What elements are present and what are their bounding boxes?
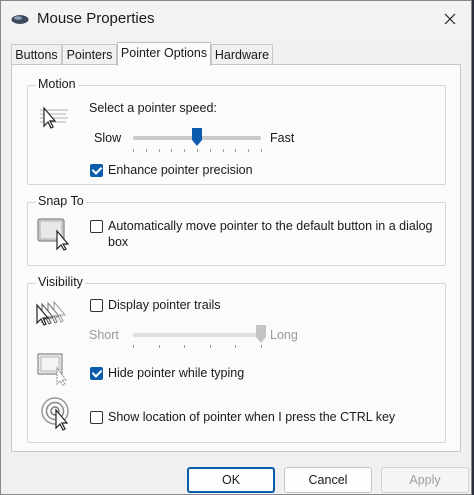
slider-tick [261,345,262,348]
mouse-properties-window: Mouse Properties Buttons Pointers Pointe… [0,0,472,495]
snap-to-label: Automatically move pointer to the defaul… [108,219,433,233]
motion-legend: Motion [36,77,78,91]
enhance-precision-checkbox[interactable] [90,164,103,177]
hide-pointer-checkbox[interactable] [90,367,103,380]
slider-tick [223,149,224,152]
tab-hardware[interactable]: Hardware [211,44,273,65]
slider-tick [184,149,185,152]
close-button[interactable] [429,1,471,37]
hide-pointer-label: Hide pointer while typing [108,366,245,380]
trails-slider-ticks [133,345,262,349]
tab-pointers[interactable]: Pointers [62,44,117,65]
slow-label: Slow [94,131,122,145]
slider-tick [235,345,236,348]
slider-tick [210,345,211,348]
snap-to-dialog-icon [37,218,70,251]
slider-tick [159,149,160,152]
slider-tick [146,149,147,152]
ok-button[interactable]: OK [187,467,275,493]
motion-group: Motion Select a pointer speed: Slow Fast… [27,77,446,185]
slider-tick [133,345,134,348]
slider-tick [248,149,249,152]
visibility-legend: Visibility [36,275,85,289]
close-icon [444,13,456,25]
slider-tick [171,149,172,152]
slider-tick [197,149,198,152]
slider-tick [210,149,211,152]
pointer-location-icon [41,397,69,431]
pointer-speed-icon [40,106,68,129]
snap-to-checkbox[interactable] [90,220,103,233]
show-location-checkbox[interactable] [90,411,103,424]
tab-buttons[interactable]: Buttons [11,44,62,65]
speed-slider-thumb[interactable] [192,128,202,146]
mouse-icon [11,15,29,24]
short-label: Short [89,328,119,342]
fast-label: Fast [270,131,295,145]
cancel-button[interactable]: Cancel [284,467,372,493]
visibility-group: Visibility Display pointer trails Short … [27,275,446,443]
slider-tick [261,149,262,152]
snap-to-group: Snap To Automatically move pointer to th… [27,194,446,266]
slider-tick [133,149,134,152]
tab-panel: Motion Select a pointer speed: Slow Fast… [11,64,461,452]
pointer-trails-checkbox[interactable] [90,299,103,312]
trails-slider-track[interactable] [133,333,261,337]
window-title: Mouse Properties [37,10,155,27]
tab-pointer-options[interactable]: Pointer Options [117,42,211,66]
hide-pointer-icon [37,353,67,386]
pointer-trails-label: Display pointer trails [108,298,221,312]
show-location-label: Show location of pointer when I press th… [108,410,396,424]
snap-to-label-wrap: box [108,235,129,249]
long-label: Long [270,328,298,342]
slider-tick [159,345,160,348]
enhance-precision-label: Enhance pointer precision [108,163,253,177]
title-bar[interactable]: Mouse Properties [1,1,471,39]
speed-slider-ticks [133,149,262,153]
speed-label: Select a pointer speed: [89,101,217,115]
slider-tick [184,345,185,348]
pointer-trails-icon [36,300,67,326]
snap-to-legend: Snap To [36,194,86,208]
apply-button[interactable]: Apply [381,467,469,493]
slider-tick [235,149,236,152]
trails-slider-thumb[interactable] [256,325,266,343]
